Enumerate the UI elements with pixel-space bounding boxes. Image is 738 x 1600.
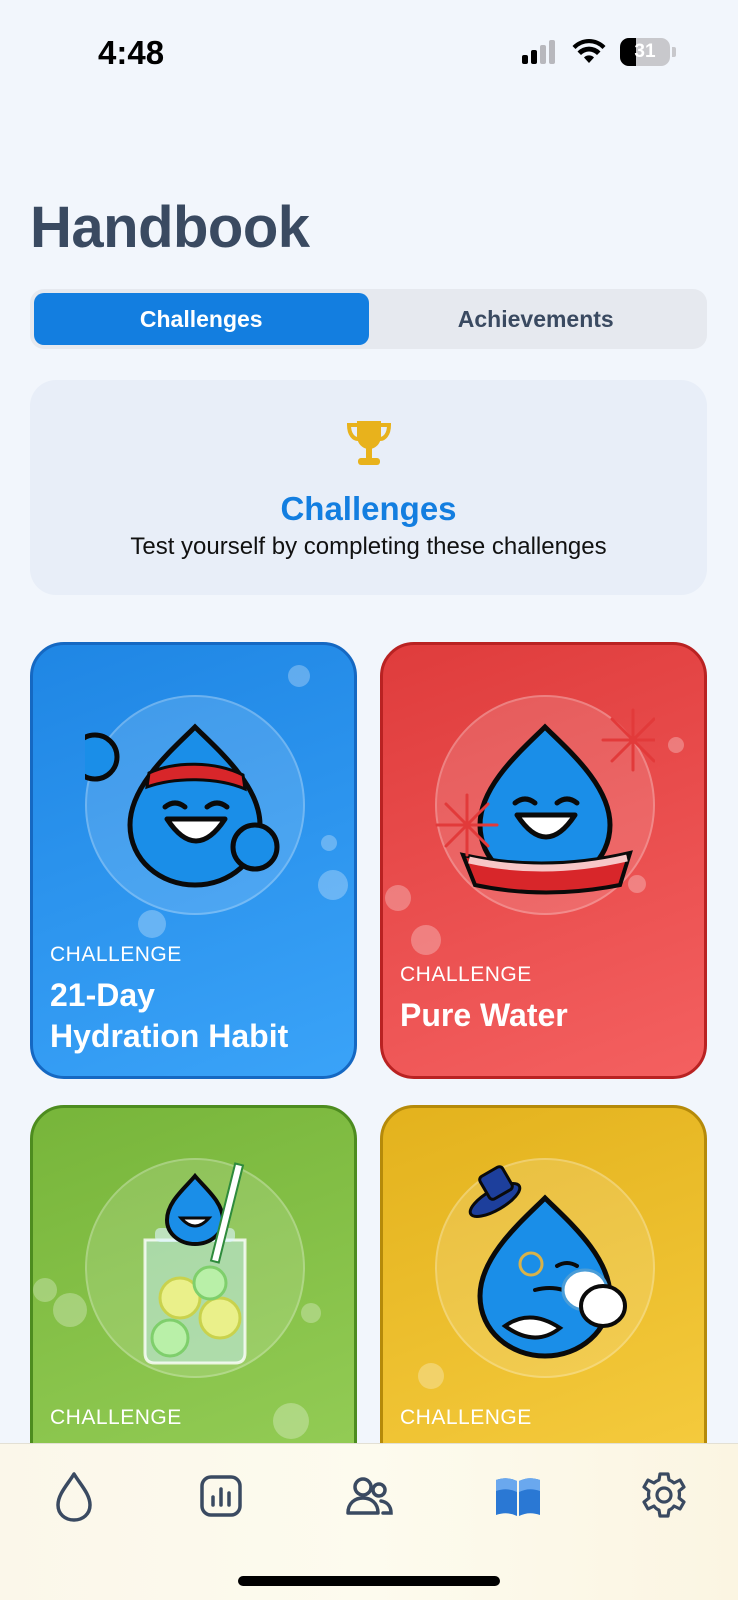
battery-nub — [672, 47, 676, 57]
bubble — [318, 870, 348, 900]
cellular-signal-icon — [522, 40, 555, 64]
headband-drop-icon — [85, 723, 280, 888]
info-title: Challenges — [280, 490, 457, 527]
challenge-card-hydration-habit[interactable]: CHALLENGE 21-Day Hydration Habit — [30, 642, 357, 1079]
handbook-icon[interactable] — [490, 1468, 546, 1524]
card-title-line: 21-Day — [50, 977, 155, 1013]
page-title: Handbook — [30, 195, 310, 260]
bubble — [53, 1293, 87, 1327]
battery-level: 31 — [634, 41, 656, 62]
stats-chart-icon[interactable] — [193, 1468, 249, 1524]
status-icons: 31 — [522, 38, 676, 66]
infused-water-jar-icon — [143, 1162, 247, 1365]
water-drop-icon[interactable] — [46, 1468, 102, 1524]
segmented-control: Challenges Achievements — [30, 289, 707, 349]
bubble — [288, 665, 310, 687]
card-kicker: CHALLENGE — [400, 963, 532, 986]
card-kicker: CHALLENGE — [50, 1406, 182, 1429]
challenges-info-card: Challenges Test yourself by completing t… — [30, 380, 707, 595]
bubble — [385, 885, 411, 911]
trophy-icon — [346, 421, 392, 465]
tab-achievements[interactable]: Achievements — [369, 293, 704, 345]
challenge-card-pure-water[interactable]: CHALLENGE Pure Water — [380, 642, 707, 1079]
info-subtitle: Test yourself by completing these challe… — [130, 533, 607, 560]
battery-icon: 31 — [620, 38, 670, 66]
status-time: 4:48 — [98, 34, 165, 71]
gentleman-tea-drop-icon — [468, 1165, 627, 1359]
settings-gear-icon[interactable] — [636, 1468, 692, 1524]
tab-bar — [0, 1443, 738, 1600]
card-title: Pure Water — [400, 997, 568, 1033]
cheerleader-drop-icon — [435, 708, 655, 895]
bubble — [321, 835, 337, 851]
card-title-line: Hydration Habit — [50, 1018, 289, 1054]
wifi-icon — [572, 39, 606, 63]
card-kicker: CHALLENGE — [50, 943, 182, 966]
bubble — [668, 737, 684, 753]
bubble — [33, 1278, 57, 1302]
bubble — [273, 1403, 309, 1439]
home-indicator — [238, 1576, 500, 1586]
friends-icon[interactable] — [341, 1468, 397, 1524]
bubble — [411, 925, 441, 955]
status-bar: 4:48 31 — [0, 0, 738, 110]
card-title: 21-Day Hydration Habit — [50, 975, 288, 1057]
tab-challenges[interactable]: Challenges — [34, 293, 369, 345]
card-kicker: CHALLENGE — [400, 1406, 532, 1429]
